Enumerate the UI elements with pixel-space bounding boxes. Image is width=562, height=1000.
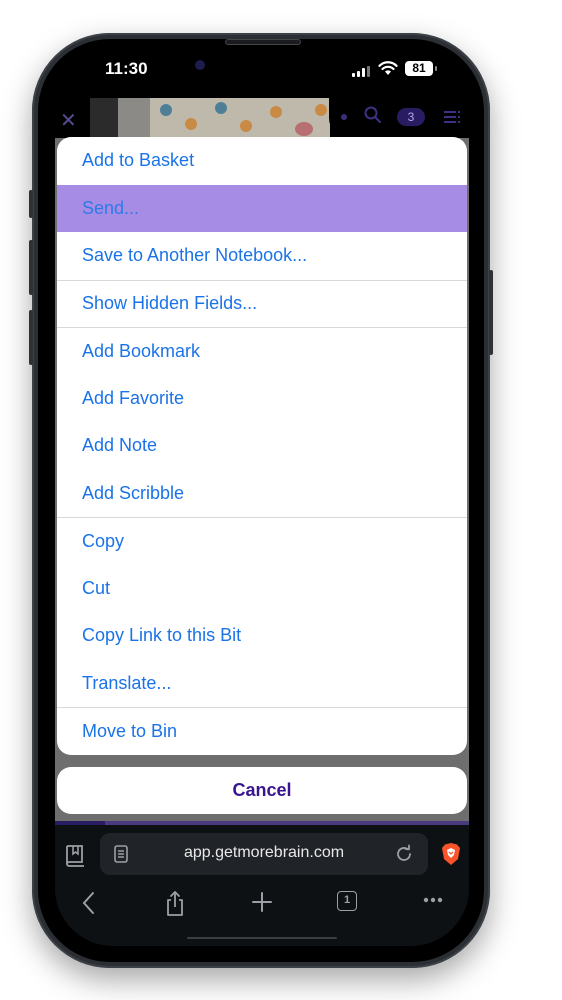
search-icon[interactable] xyxy=(363,105,383,125)
action-button xyxy=(29,190,33,218)
reload-icon[interactable] xyxy=(394,844,414,864)
earpiece xyxy=(225,39,301,45)
home-indicator[interactable] xyxy=(187,937,337,939)
menu-item-add-to-basket[interactable]: Add to Basket xyxy=(57,137,467,185)
close-icon[interactable]: ✕ xyxy=(60,108,77,133)
more-options-icon[interactable] xyxy=(423,897,443,903)
share-icon[interactable] xyxy=(165,891,185,917)
bookmarks-icon[interactable] xyxy=(65,843,87,867)
address-bar[interactable]: app.getmorebrain.com xyxy=(100,833,428,875)
status-dot xyxy=(341,114,347,120)
status-time: 11:30 xyxy=(105,59,148,78)
status-bar: 11:30 81 xyxy=(55,46,469,96)
tabs-button[interactable]: 1 xyxy=(337,891,357,911)
count-badge[interactable]: 3 xyxy=(397,108,425,126)
cancel-button[interactable]: Cancel xyxy=(57,767,467,814)
dynamic-island xyxy=(175,56,295,90)
back-icon[interactable] xyxy=(82,891,96,915)
wifi-icon xyxy=(378,61,398,75)
menu-item-copy-link-to-this-bit[interactable]: Copy Link to this Bit xyxy=(57,612,467,660)
brave-shields-icon[interactable] xyxy=(441,842,461,866)
volume-down-button xyxy=(29,310,33,365)
side-button xyxy=(489,270,493,355)
screen: 11:30 81 ✕ 3 Add to Basket Send... Save … xyxy=(55,46,469,946)
menu-item-add-favorite[interactable]: Add Favorite xyxy=(57,375,467,423)
menu-item-add-note[interactable]: Add Note xyxy=(57,422,467,470)
action-sheet: Add to Basket Send... Save to Another Note… xyxy=(57,137,467,755)
menu-item-show-hidden-fields[interactable]: Show Hidden Fields... xyxy=(57,279,467,328)
cover-image xyxy=(90,98,330,138)
list-menu-icon[interactable] xyxy=(444,110,462,124)
menu-item-copy[interactable]: Copy xyxy=(57,517,467,565)
url-text: app.getmorebrain.com xyxy=(183,844,345,861)
browser-nav-row: 1 xyxy=(55,885,469,925)
menu-item-save-to-another-notebook[interactable]: Save to Another Notebook... xyxy=(57,232,467,280)
menu-item-add-bookmark[interactable]: Add Bookmark xyxy=(57,327,467,375)
cellular-signal-icon xyxy=(352,66,370,77)
volume-up-button xyxy=(29,240,33,295)
menu-item-move-to-bin[interactable]: Move to Bin xyxy=(57,707,467,755)
menu-item-send[interactable]: Send... xyxy=(57,184,467,232)
camera-icon xyxy=(195,60,205,70)
menu-item-translate[interactable]: Translate... xyxy=(57,660,467,708)
battery-indicator: 81 xyxy=(405,61,433,76)
menu-item-add-scribble[interactable]: Add Scribble xyxy=(57,470,467,518)
header-actions: 3 xyxy=(329,96,469,138)
battery-tip xyxy=(435,66,437,71)
new-tab-icon[interactable] xyxy=(251,891,273,913)
browser-toolbar: app.getmorebrain.com 1 xyxy=(55,825,469,946)
menu-item-cut[interactable]: Cut xyxy=(57,565,467,613)
app-header: ✕ 3 xyxy=(55,96,469,138)
